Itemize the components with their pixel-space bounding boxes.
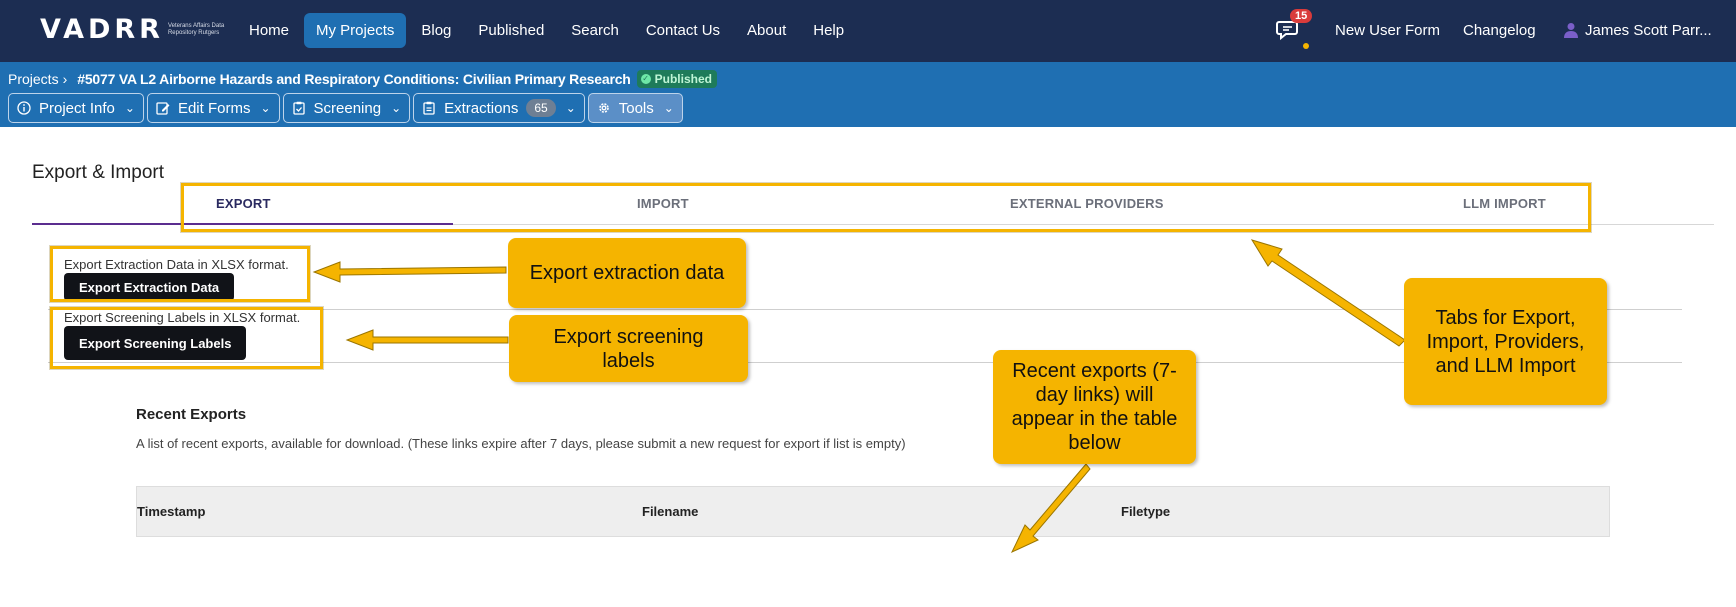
callout-tabs-line1: Tabs for Export, (1435, 306, 1576, 329)
recent-exports-heading: Recent Exports (136, 406, 247, 423)
extractions-label: Extractions (444, 99, 519, 117)
project-info-dropdown[interactable]: Project Info ⌄ (8, 93, 144, 123)
nav-published[interactable]: Published (466, 13, 556, 48)
callout-recent-exports: Recent exports (7- day links) will appea… (993, 350, 1196, 464)
recent-exports-table-header: Timestamp Filename Filetype (136, 486, 1610, 537)
user-menu[interactable]: James Scott Parr... (1585, 22, 1712, 39)
nav-search[interactable]: Search (559, 13, 631, 48)
vadrr-logo[interactable]: VADRR Veterans Affairs Data Repository R… (40, 14, 228, 45)
callout-recent-line1: Recent exports (7- (1012, 360, 1177, 382)
clipboard-check-icon (292, 101, 305, 115)
logo-subtitle: Veterans Affairs Data Repository Rutgers (167, 22, 225, 36)
callout-tabs-line3: and LLM Import (1435, 354, 1576, 377)
status-dot (1303, 43, 1309, 49)
breadcrumb-projects[interactable]: Projects (8, 71, 59, 87)
column-filetype[interactable]: Filetype (1121, 504, 1170, 519)
top-navbar: VADRR Veterans Affairs Data Repository R… (0, 0, 1736, 62)
tools-dropdown[interactable]: Tools ⌄ (587, 93, 683, 123)
callout-export-extraction: Export extraction data (508, 238, 746, 308)
project-toolbar: Project Info ⌄ Edit Forms ⌄ Screening ⌄ … (8, 93, 686, 123)
screening-dropdown[interactable]: Screening ⌄ (282, 93, 411, 123)
callout-export-screening-line1: Export screening (553, 325, 704, 348)
callout-recent-line4: below (1068, 432, 1121, 454)
info-icon (17, 101, 31, 115)
column-timestamp[interactable]: Timestamp (137, 504, 205, 519)
breadcrumb: Projects › #5077 VA L2 Airborne Hazards … (8, 70, 717, 88)
project-info-label: Project Info (39, 99, 115, 117)
edit-forms-dropdown[interactable]: Edit Forms ⌄ (146, 93, 280, 123)
nav-blog[interactable]: Blog (409, 13, 463, 48)
nav-home[interactable]: Home (237, 13, 301, 48)
extraction-highlight-box (50, 246, 310, 302)
edit-forms-label: Edit Forms (177, 99, 251, 117)
screening-highlight-box (50, 307, 323, 369)
chevron-down-icon: ⌄ (124, 101, 135, 115)
messages-button[interactable]: 15 (1276, 9, 1313, 49)
new-user-form-link[interactable]: New User Form (1335, 22, 1440, 39)
callout-export-extraction-text: Export extraction data (529, 262, 725, 284)
callout-export-screening: Export screening labels (509, 315, 748, 382)
project-title: #5077 VA L2 Airborne Hazards and Respira… (77, 71, 631, 87)
page-title: Export & Import (32, 162, 164, 183)
check-circle-icon: ✓ (640, 74, 651, 84)
status-badge: ✓ Published (636, 70, 717, 88)
callout-recent-line3: appear in the table (1011, 408, 1178, 430)
extractions-dropdown[interactable]: Extractions 65 ⌄ (413, 93, 585, 123)
main-nav: Home My Projects Blog Published Search C… (237, 13, 859, 48)
callout-recent-line2: day links) will (1035, 384, 1154, 406)
project-bar: Projects › #5077 VA L2 Airborne Hazards … (0, 62, 1736, 127)
callout-export-screening-line2: labels (602, 349, 655, 372)
chevron-down-icon: ⌄ (663, 101, 674, 115)
screening-label: Screening (313, 99, 382, 117)
chevron-down-icon: ⌄ (391, 101, 402, 115)
callout-tabs-line2: Import, Providers, (1426, 330, 1585, 353)
nav-contact-us[interactable]: Contact Us (634, 13, 732, 48)
nav-about[interactable]: About (735, 13, 798, 48)
extractions-count-badge: 65 (526, 99, 556, 117)
chevron-down-icon: ⌄ (260, 101, 271, 115)
breadcrumb-separator: › (62, 71, 68, 87)
status-badge-label: Published (654, 72, 712, 86)
callout-tabs: Tabs for Export, Import, Providers, and … (1404, 278, 1607, 405)
recent-exports-description: A list of recent exports, available for … (136, 436, 906, 451)
column-filename[interactable]: Filename (642, 504, 698, 519)
nav-my-projects[interactable]: My Projects (304, 13, 407, 48)
user-icon (1564, 23, 1578, 38)
chevron-down-icon: ⌄ (565, 101, 576, 115)
tools-label: Tools (618, 99, 654, 117)
logo-wordmark: VADRR (40, 14, 164, 45)
gear-icon (598, 103, 609, 113)
edit-icon (156, 102, 170, 115)
tabs-highlight-box (181, 183, 1591, 232)
nav-help[interactable]: Help (801, 13, 856, 48)
clipboard-list-icon (423, 101, 435, 115)
notification-count-badge: 15 (1290, 9, 1313, 23)
changelog-link[interactable]: Changelog (1463, 22, 1536, 39)
